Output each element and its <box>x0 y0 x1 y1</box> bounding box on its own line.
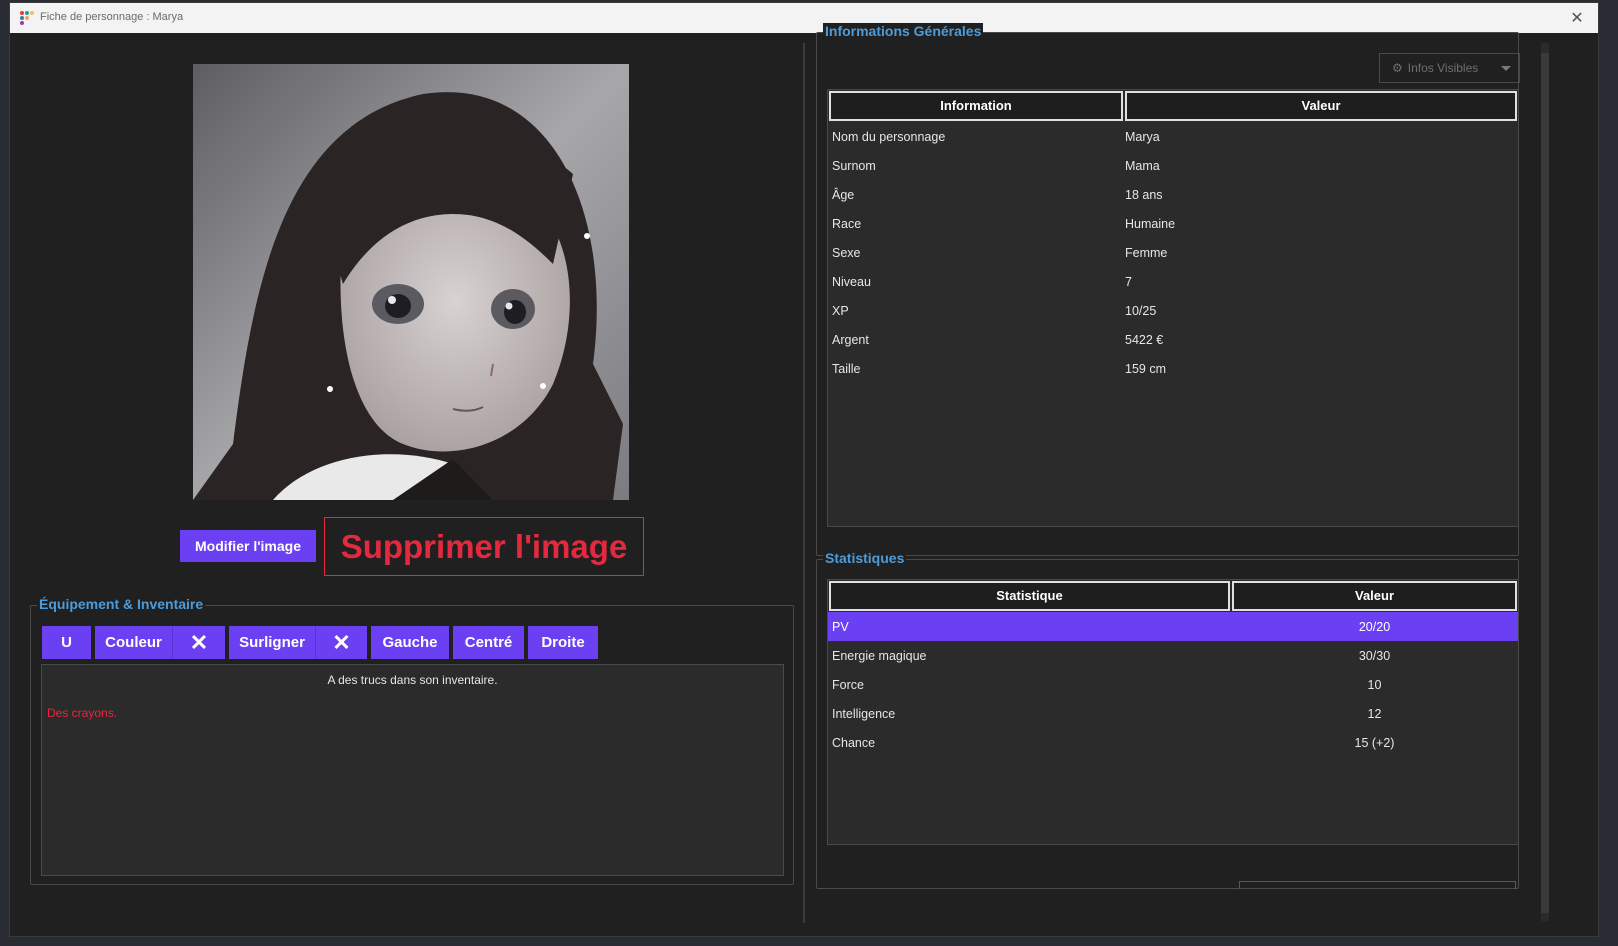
stats-title: Statistiques <box>823 550 907 566</box>
cell-value: 5422 € <box>1125 332 1164 347</box>
cell-value: 12 <box>1367 706 1382 721</box>
cell-value: Femme <box>1125 245 1168 260</box>
table-header: Statistique Valeur <box>828 580 1518 612</box>
underline-button[interactable]: U <box>42 626 91 659</box>
cell-value: 30/30 <box>1358 648 1391 663</box>
delete-image-button[interactable]: Supprimer l'image <box>324 517 644 576</box>
column-header-information[interactable]: Information <box>829 91 1123 121</box>
gear-icon: ⚙ <box>1392 61 1403 75</box>
stats-group: Statistiques Statistique Valeur PV 20/20 … <box>816 550 1519 889</box>
column-header-statistic[interactable]: Statistique <box>829 581 1230 611</box>
stats-table: Statistique Valeur PV 20/20 Energie magiq… <box>827 579 1519 845</box>
character-sheet-window: Fiche de personnage : Marya ✕ Modifier l… <box>9 2 1599 937</box>
close-icon[interactable]: ✕ <box>1566 7 1588 29</box>
cell-label: XP <box>832 303 849 318</box>
table-row[interactable]: Argent 5422 € <box>828 325 1518 354</box>
cell-label: Nom du personnage <box>832 129 946 144</box>
table-row[interactable]: Energie magique 30/30 <box>828 641 1518 670</box>
table-row-selected[interactable]: PV 20/20 <box>828 612 1518 641</box>
table-row[interactable]: Taille 159 cm <box>828 354 1518 383</box>
modify-image-button[interactable]: Modifier l'image <box>180 530 316 562</box>
cell-label: Taille <box>832 361 861 376</box>
cell-label: Surnom <box>832 158 876 173</box>
cell-label: Sexe <box>832 245 861 260</box>
column-header-value[interactable]: Valeur <box>1232 581 1517 611</box>
cell-label: Energie magique <box>832 648 927 663</box>
inventory-title: Équipement & Inventaire <box>37 596 206 612</box>
column-header-value[interactable]: Valeur <box>1125 91 1517 121</box>
title-bar: Fiche de personnage : Marya ✕ <box>10 3 1598 33</box>
desktop: Fiche de personnage : Marya ✕ Modifier l… <box>0 0 1618 946</box>
visible-info-label: Infos Visibles <box>1407 61 1479 75</box>
cell-label: Niveau <box>832 274 871 289</box>
inventory-line: Des crayons. <box>47 706 118 720</box>
app-icon <box>20 11 34 25</box>
highlight-button[interactable]: Surligner <box>229 626 315 659</box>
vertical-scrollbar[interactable] <box>1541 43 1549 921</box>
align-right-button[interactable]: Droite <box>528 626 598 659</box>
cell-value: 15 (+2) <box>1354 735 1395 750</box>
table-row[interactable]: Nom du personnage Marya <box>828 122 1518 151</box>
table-row[interactable]: Surnom Mama <box>828 151 1518 180</box>
clear-highlight-icon[interactable]: ✕ <box>315 626 367 659</box>
table-row[interactable]: Force 10 <box>828 670 1518 699</box>
align-center-button[interactable]: Centré <box>453 626 524 659</box>
cell-value: 20/20 <box>1358 619 1391 634</box>
table-row[interactable]: Chance 15 (+2) <box>828 728 1518 757</box>
cell-value: Marya <box>1125 129 1160 144</box>
clear-color-icon[interactable]: ✕ <box>172 626 225 659</box>
inventory-line: A des trucs dans son inventaire. <box>327 673 498 687</box>
cell-label: Âge <box>832 187 855 202</box>
pane-splitter[interactable] <box>803 43 805 923</box>
cell-value: 10 <box>1367 677 1382 692</box>
cell-value: 10/25 <box>1125 303 1157 318</box>
table-row[interactable]: Race Humaine <box>828 209 1518 238</box>
table-row[interactable]: Âge 18 ans <box>828 180 1518 209</box>
visible-info-dropdown[interactable]: ⚙ Infos Visibles <box>1379 53 1520 83</box>
inventory-text-editor[interactable]: A des trucs dans son inventaire. Des cra… <box>41 664 784 876</box>
cell-label: PV <box>832 619 849 634</box>
general-info-table: Information Valeur Nom du personnage Mary… <box>827 89 1519 527</box>
format-toolbar: U Couleur ✕ Surligner ✕ Gauche Centré Dr… <box>42 626 598 659</box>
character-portrait <box>193 64 629 500</box>
left-pane: Modifier l'image Supprimer l'image Équip… <box>10 33 808 938</box>
general-info-group: Informations Générales ⚙ Infos Visibles … <box>816 23 1520 556</box>
cell-value: 18 ans <box>1125 187 1163 202</box>
cell-label: Force <box>832 677 864 692</box>
cell-value: Humaine <box>1125 216 1176 231</box>
window-title: Fiche de personnage : Marya <box>40 11 184 23</box>
cell-label: Chance <box>832 735 876 750</box>
cell-value: 7 <box>1125 274 1132 289</box>
cell-value: 159 cm <box>1125 361 1166 376</box>
scrollbar-thumb[interactable] <box>1541 53 1549 913</box>
table-header: Information Valeur <box>828 90 1518 122</box>
inventory-group: Équipement & Inventaire U Couleur ✕ Surl… <box>30 596 794 885</box>
align-left-button[interactable]: Gauche <box>371 626 449 659</box>
table-row[interactable]: Niveau 7 <box>828 267 1518 296</box>
general-info-title: Informations Générales <box>823 23 984 39</box>
table-row[interactable]: Intelligence 12 <box>828 699 1518 728</box>
cell-label: Argent <box>832 332 869 347</box>
cell-label: Intelligence <box>832 706 896 721</box>
partially-visible-button[interactable] <box>1239 881 1516 889</box>
table-row[interactable]: Sexe Femme <box>828 238 1518 267</box>
color-button[interactable]: Couleur <box>95 626 172 659</box>
cell-label: Race <box>832 216 862 231</box>
table-row[interactable]: XP 10/25 <box>828 296 1518 325</box>
cell-value: Mama <box>1125 158 1160 173</box>
chevron-down-icon <box>1501 66 1511 71</box>
